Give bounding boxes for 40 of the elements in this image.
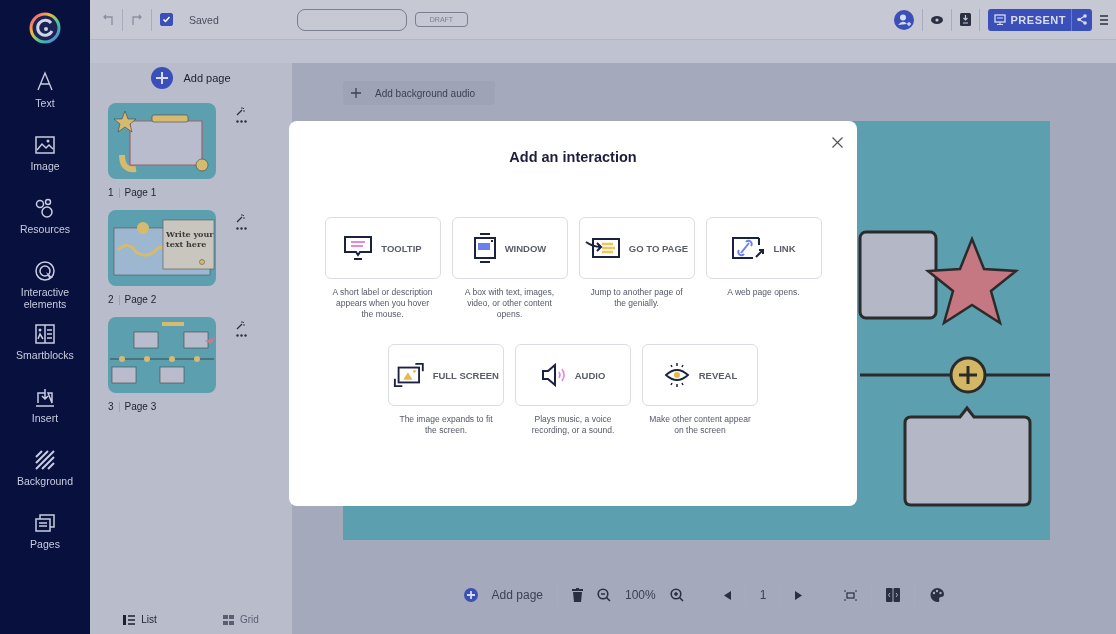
page-name[interactable]: Page 1	[124, 187, 157, 198]
option-description: A short label or description appears when you hover the mouse.	[331, 287, 434, 321]
interaction-option[interactable]: FULL SCREEN	[388, 344, 504, 407]
zoom-level: 100%	[625, 588, 656, 602]
sidebar-item[interactable]: Insert	[2, 385, 88, 436]
option-description: The image expands to fit the screen.	[398, 414, 494, 437]
sidebar-item[interactable]: Text	[2, 70, 88, 121]
page-name[interactable]: Page 2	[124, 294, 157, 305]
save-status: Saved	[189, 13, 219, 26]
page-thumbnail[interactable]: Write your text here	[108, 210, 216, 286]
dialog-title: Add an interaction	[509, 149, 637, 165]
option-description: Plays music, a voice recording, or a sound.	[530, 414, 616, 437]
add-page-link[interactable]: Add page	[491, 588, 543, 602]
sidebar-item[interactable]: Resources	[2, 196, 88, 247]
sidebar-item[interactable]: Interactive elements	[2, 259, 88, 310]
sidebar-item[interactable]: Background	[2, 448, 88, 499]
interaction-option[interactable]: LINK	[705, 217, 822, 279]
page-number-field[interactable]: 1	[759, 588, 767, 602]
view-tab[interactable]: List	[117, 613, 163, 626]
option-description: A web page opens.	[726, 287, 801, 299]
sidebar-item[interactable]: Image	[2, 133, 88, 184]
interaction-option[interactable]: GO TO PAGE	[578, 217, 695, 279]
add-background-audio-button[interactable]: Add background audio	[343, 81, 496, 105]
sidebar-item[interactable]: Pages	[2, 511, 88, 562]
interaction-option[interactable]: AUDIO	[515, 344, 631, 407]
option-description: Make other content appear on the screen	[648, 414, 752, 437]
present-button[interactable]: PRESENT	[987, 8, 1092, 31]
interaction-option[interactable]: TOOLTIP	[324, 217, 441, 279]
page-number: 3	[108, 401, 114, 412]
page-number: 2	[108, 294, 114, 305]
add-page-button[interactable]: Add page	[151, 67, 231, 89]
page-number: 1	[108, 187, 114, 198]
page-name[interactable]: Page 3	[124, 401, 157, 412]
option-description: A box with text, images, video, or other content opens.	[463, 287, 556, 321]
interaction-option[interactable]: WINDOW	[451, 217, 568, 279]
thumbnail-text: Write your text here	[166, 230, 214, 250]
interaction-option[interactable]: REVEAL	[642, 344, 758, 407]
option-description: Jump to another page of the genially.	[589, 287, 684, 310]
view-tab[interactable]: Grid	[216, 613, 265, 626]
sidebar-item[interactable]: Smartblocks	[2, 322, 88, 373]
